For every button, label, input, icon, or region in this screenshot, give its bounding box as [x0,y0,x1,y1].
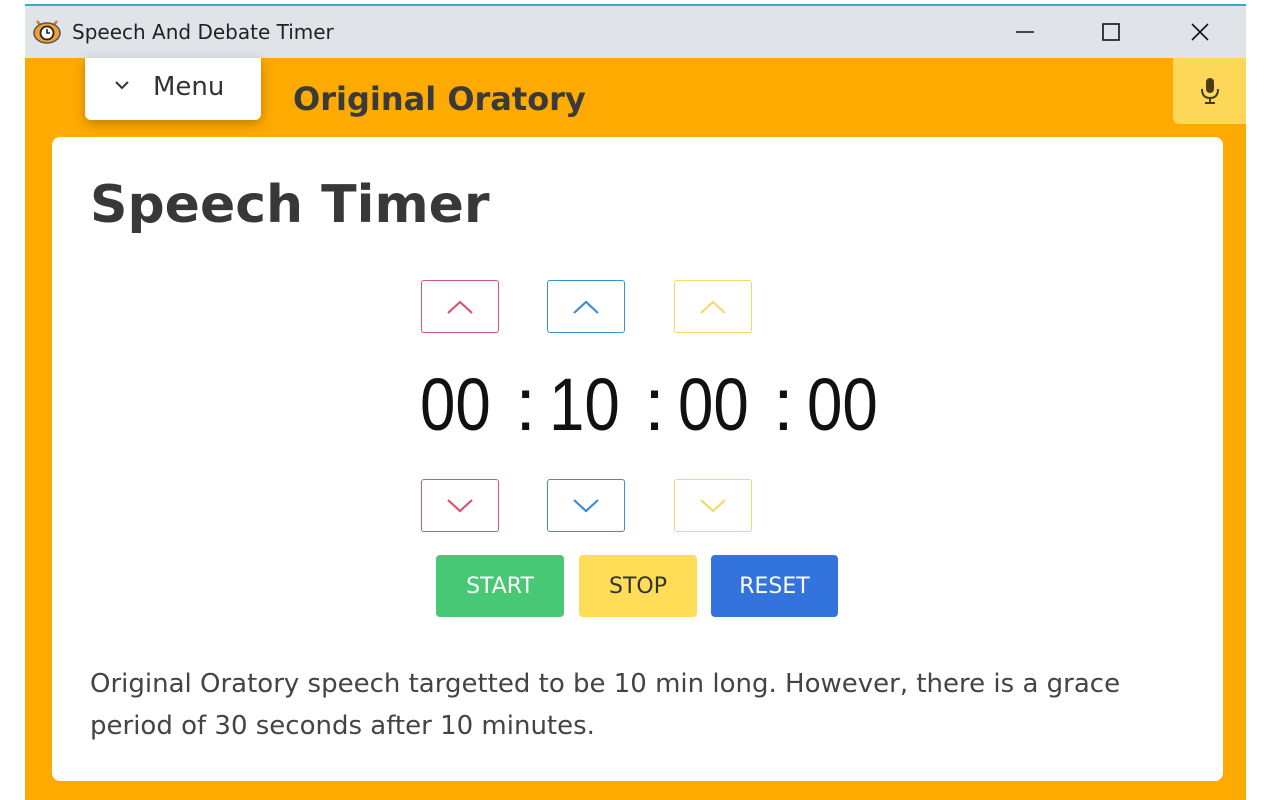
seconds-down-button[interactable] [674,479,752,532]
timer-eye-app-icon [33,20,61,44]
title-bar[interactable]: Speech And Debate Timer [25,6,1246,58]
start-button[interactable]: START [436,555,564,617]
hours-value: 00 [420,363,491,446]
microphone-icon [1200,78,1219,104]
app-window: Speech And Debate Timer Menu Original Or… [25,4,1246,800]
minutes-up-button[interactable] [547,280,625,333]
chevron-down-icon [447,498,473,512]
timer-display: 00 : 10 : 00 : 00 [420,362,877,447]
minimize-icon [1016,31,1034,33]
seconds-value: 00 [677,363,749,446]
chevron-up-icon [573,300,599,314]
menu-button[interactable]: Menu [85,58,261,120]
speech-description: Original Oratory speech targetted to be … [90,669,1121,741]
close-button[interactable] [1170,6,1230,58]
chevron-down-icon [115,81,129,90]
window-title: Speech And Debate Timer [72,20,334,44]
timer-card: Speech Timer 00 : 10 : 00 : 00 START STO… [52,137,1223,781]
hours-down-button[interactable] [421,479,499,532]
menu-label: Menu [153,72,225,102]
chevron-down-icon [573,498,599,512]
minutes-value: 10 [548,363,620,446]
chevron-up-icon [447,300,473,314]
time-separator: : [644,363,665,446]
page-heading: Original Oratory [293,80,586,118]
seconds-up-button[interactable] [674,280,752,333]
hours-up-button[interactable] [421,280,499,333]
microphone-button[interactable] [1173,58,1246,124]
chevron-down-icon [700,498,726,512]
card-title: Speech Timer [90,175,490,235]
stop-button[interactable]: STOP [579,555,697,617]
time-separator: : [515,363,536,446]
maximize-button[interactable] [1081,6,1141,58]
maximize-icon [1102,23,1120,41]
time-separator: : [773,363,794,446]
minimize-button[interactable] [995,6,1055,58]
reset-button[interactable]: RESET [711,555,838,617]
chevron-up-icon [700,300,726,314]
close-icon [1191,23,1209,41]
minutes-down-button[interactable] [547,479,625,532]
centiseconds-value: 00 [806,363,878,446]
